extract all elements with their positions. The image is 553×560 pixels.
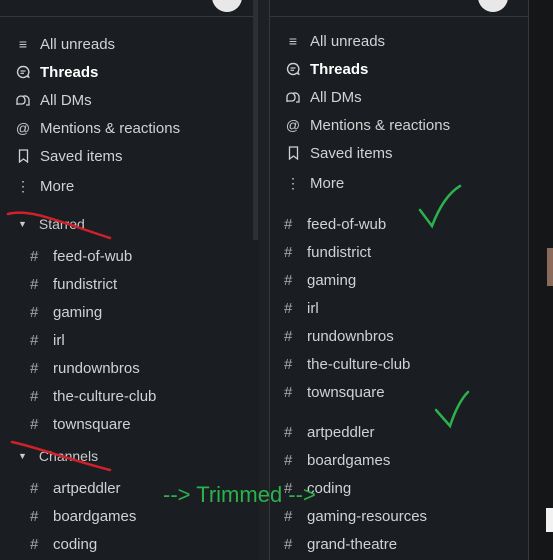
hash-icon: # xyxy=(284,355,293,373)
partial-element xyxy=(546,508,553,532)
nav-all-unreads[interactable]: ≡ All unreads xyxy=(0,30,258,58)
nav-threads[interactable]: Threads xyxy=(0,58,258,86)
hash-icon: # xyxy=(284,383,293,401)
channel-item[interactable]: # irl xyxy=(0,326,258,354)
channel-item[interactable]: # gaming xyxy=(270,266,528,294)
hash-icon: # xyxy=(284,327,293,345)
channel-item[interactable]: # rundownbros xyxy=(0,354,258,382)
at-icon: @ xyxy=(15,120,31,136)
hash-icon: # xyxy=(30,331,39,349)
caret-down-icon: ▼ xyxy=(18,451,27,461)
hash-icon: # xyxy=(30,479,39,497)
channel-item[interactable]: # artpeddler xyxy=(270,418,528,446)
dms-icon xyxy=(284,90,302,104)
threads-icon xyxy=(14,65,32,79)
nav-more[interactable]: ⋮ More xyxy=(270,169,528,197)
list-icon: ≡ xyxy=(288,33,298,49)
bookmark-icon xyxy=(284,146,302,160)
nav-saved[interactable]: Saved items xyxy=(0,142,258,170)
avatar[interactable] xyxy=(212,0,242,12)
channel-item[interactable]: # rundownbros xyxy=(270,322,528,350)
hash-icon: # xyxy=(30,507,39,525)
at-icon: @ xyxy=(285,117,301,133)
hash-icon: # xyxy=(284,243,293,261)
nav-mentions[interactable]: @ Mentions & reactions xyxy=(0,114,258,142)
sidebar-after: ≡ All unreads Threads All DMs @ Mentions… xyxy=(270,0,528,560)
hash-icon: # xyxy=(284,215,293,233)
nav-threads[interactable]: Threads xyxy=(270,55,528,83)
channel-item[interactable]: # the-culture-club xyxy=(0,382,258,410)
bookmark-icon xyxy=(14,149,32,163)
panel-gap xyxy=(258,0,269,560)
hash-icon: # xyxy=(30,359,39,377)
nav-more[interactable]: ⋮ More xyxy=(0,172,258,200)
hash-icon: # xyxy=(284,535,293,553)
nav-all-dms[interactable]: All DMs xyxy=(270,83,528,111)
channel-item[interactable]: # feed-of-wub xyxy=(270,210,528,238)
hash-icon: # xyxy=(284,423,293,441)
hash-icon: # xyxy=(30,303,39,321)
dms-icon xyxy=(14,93,32,107)
hash-icon: # xyxy=(284,271,293,289)
section-starred[interactable]: ▼ Starred xyxy=(0,210,258,238)
channel-item[interactable]: # townsquare xyxy=(270,378,528,406)
sidebar-before: ≡ All unreads Threads All DMs @ Mentions… xyxy=(0,0,258,560)
channel-item[interactable]: # feed-of-wub xyxy=(0,242,258,270)
channel-item[interactable]: # irl xyxy=(270,294,528,322)
hash-icon: # xyxy=(30,247,39,265)
nav-mentions[interactable]: @ Mentions & reactions xyxy=(270,111,528,139)
nav-all-unreads[interactable]: ≡ All unreads xyxy=(270,27,528,55)
list-icon: ≡ xyxy=(18,36,28,52)
more-icon: ⋮ xyxy=(16,177,30,194)
caret-down-icon: ▼ xyxy=(18,219,27,229)
channel-item[interactable]: # fundistrict xyxy=(270,238,528,266)
nav-all-dms[interactable]: All DMs xyxy=(0,86,258,114)
channel-item[interactable]: # boardgames xyxy=(270,446,528,474)
hash-icon: # xyxy=(284,451,293,469)
hash-icon: # xyxy=(30,387,39,405)
channel-item[interactable]: # fundistrict xyxy=(0,270,258,298)
top-bar xyxy=(270,0,528,17)
channel-item[interactable]: # the-culture-club xyxy=(270,350,528,378)
nav-saved[interactable]: Saved items xyxy=(270,139,528,167)
section-channels[interactable]: ▼ Channels xyxy=(0,442,258,470)
hash-icon: # xyxy=(284,507,293,525)
threads-icon xyxy=(284,62,302,76)
channel-item[interactable]: # grand-theatre xyxy=(270,530,528,558)
channel-item[interactable]: # gaming xyxy=(0,298,258,326)
hash-icon: # xyxy=(30,275,39,293)
hash-icon: # xyxy=(30,415,39,433)
partial-avatar xyxy=(547,248,553,286)
trimmed-annotation: --> Trimmed --> xyxy=(163,482,316,507)
avatar[interactable] xyxy=(478,0,508,12)
more-icon: ⋮ xyxy=(286,174,300,191)
channel-item[interactable]: # townsquare xyxy=(0,410,258,438)
channel-item[interactable]: # coding xyxy=(0,530,258,558)
top-bar xyxy=(0,0,258,17)
hash-icon: # xyxy=(284,299,293,317)
hash-icon: # xyxy=(30,535,39,553)
